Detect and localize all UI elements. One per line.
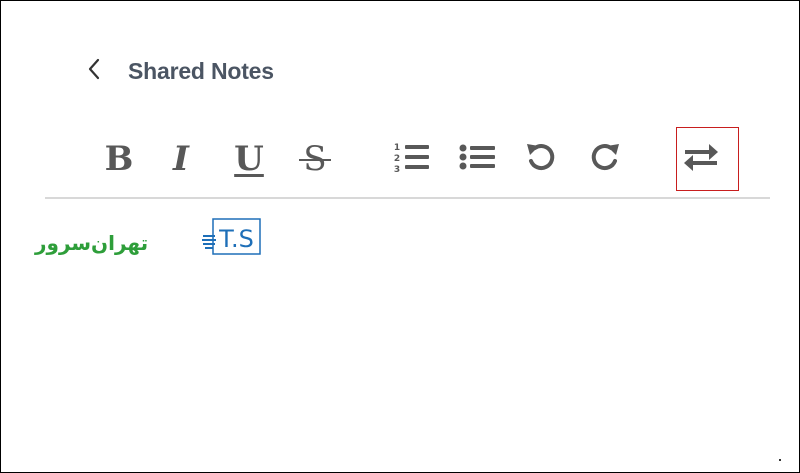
strikethrough-button[interactable]: S xyxy=(295,137,335,181)
ordered-list-icon: 1 2 3 xyxy=(391,139,431,180)
bullet-list-icon xyxy=(457,142,497,177)
underline-button[interactable]: U xyxy=(231,137,267,181)
bold-icon: B xyxy=(104,139,134,179)
ordered-list-number: 1 xyxy=(394,143,400,153)
bullet-list-button[interactable] xyxy=(455,137,499,181)
globe-icon xyxy=(202,235,216,249)
bold-button[interactable]: B xyxy=(101,137,137,181)
highlight-box xyxy=(676,127,739,191)
notes-panel: Shared Notes B I U S 1 2 3 xyxy=(0,0,800,473)
ordered-list-number: 2 xyxy=(394,154,400,164)
underline-icon: U xyxy=(234,139,264,179)
ordered-list-number: 3 xyxy=(394,165,400,175)
undo-icon xyxy=(524,140,558,179)
ordered-list-button[interactable]: 1 2 3 xyxy=(389,137,433,181)
watermark-script: تهران‌سرور xyxy=(34,231,148,255)
toolbar-divider xyxy=(45,197,770,199)
italic-icon: I xyxy=(173,139,189,179)
strikethrough-icon: S xyxy=(299,139,331,179)
header: Shared Notes xyxy=(87,55,274,87)
watermark-logo-text: T.S xyxy=(218,225,254,253)
back-button[interactable] xyxy=(87,55,113,87)
italic-button[interactable]: I xyxy=(165,137,197,181)
redo-icon xyxy=(588,140,622,179)
undo-button[interactable] xyxy=(523,137,559,181)
watermark-logo: تهران‌سرور T.S xyxy=(31,217,263,257)
redo-button[interactable] xyxy=(587,137,623,181)
stray-dot xyxy=(779,459,781,461)
chevron-left-icon xyxy=(87,57,101,86)
page-title: Shared Notes xyxy=(128,57,274,84)
